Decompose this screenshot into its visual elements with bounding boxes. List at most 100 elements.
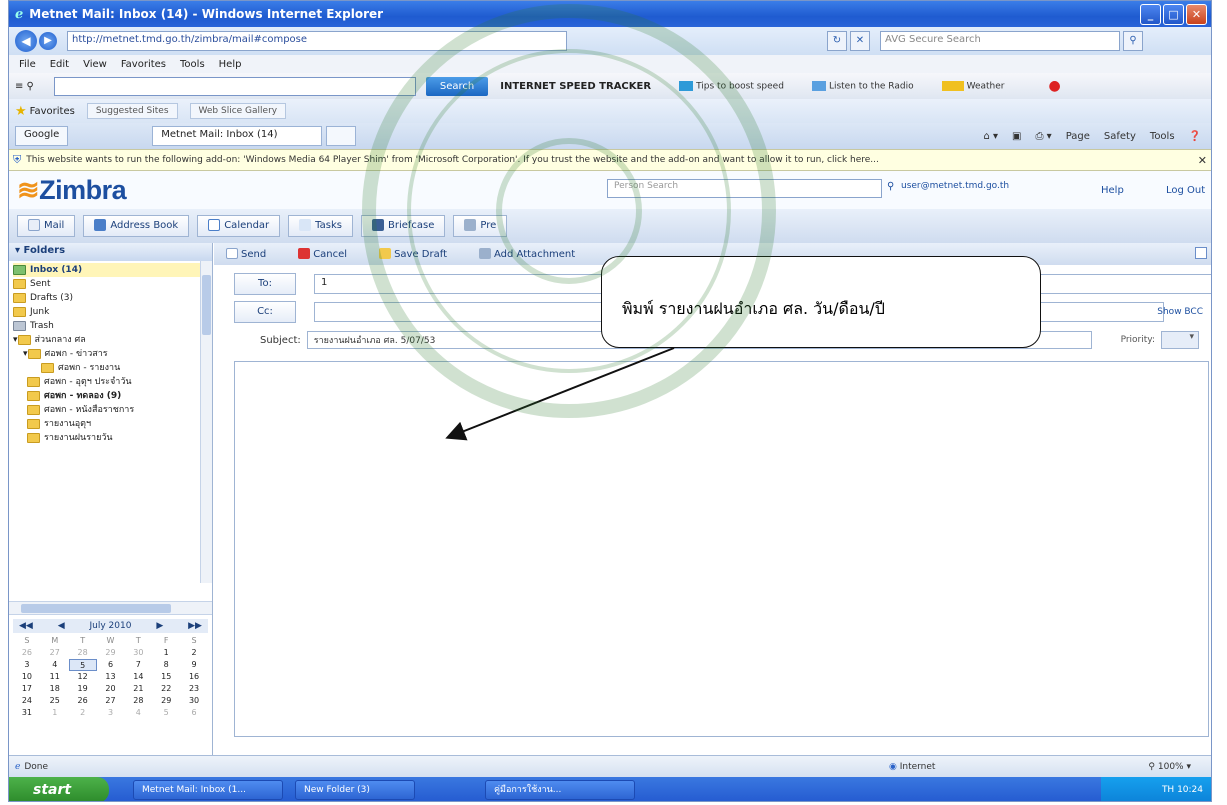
calendar-day[interactable]: 2 [180,647,208,659]
toolbar-weather-link[interactable]: Weather [941,80,1005,91]
tab-address-book[interactable]: Address Book [83,215,190,237]
addon-info-bar[interactable]: ⛨ This website wants to run the followin… [9,149,1211,171]
calendar-day[interactable]: 21 [124,683,152,695]
maximize-compose-icon[interactable] [1195,247,1207,259]
folder-group[interactable]: ▾ ส่วนกลาง ศล [13,333,208,347]
calendar-day[interactable]: 23 [180,683,208,695]
priority-select[interactable]: ▾ [1161,331,1199,349]
calendar-day[interactable]: 31 [13,707,41,719]
folder-sub[interactable]: ศอพก - อุตุฯ ประจำวัน [13,375,208,389]
cmd-page[interactable]: Page [1066,131,1090,142]
close-button[interactable]: ✕ [1186,4,1207,25]
feeds-icon[interactable]: ▣ [1012,131,1021,142]
folder-trash[interactable]: Trash [13,319,208,333]
folder-sub[interactable]: ศอพก - หนังสือราชการ [13,403,208,417]
calendar-day[interactable]: 14 [124,671,152,683]
stop-icon[interactable]: ✕ [850,31,870,51]
start-button[interactable]: start [9,777,109,801]
tab-metnet-mail[interactable]: Metnet Mail: Inbox (14) [152,126,323,146]
folder-sub[interactable]: รายงานฝนรายวัน [13,431,208,445]
logout-link[interactable]: Log Out [1166,185,1205,196]
taskbar-item-folder[interactable]: New Folder (3) [295,780,415,800]
scroll-thumb[interactable] [202,275,211,335]
cancel-button[interactable]: Cancel [298,248,363,260]
calendar-day[interactable]: 20 [97,683,125,695]
favorites-button[interactable]: Favorites [30,106,75,117]
person-search-input[interactable]: Person Search [607,179,882,198]
tab-mail[interactable]: Mail [17,215,76,237]
calendar-day[interactable]: 1 [152,647,180,659]
url-field[interactable]: http://metnet.tmd.go.th/zimbra/mail#comp… [67,31,567,51]
calendar-day[interactable]: 5 [68,659,97,671]
minimize-button[interactable]: _ [1140,4,1161,25]
calendar-day[interactable]: 22 [152,683,180,695]
folder-scrollbar[interactable] [200,261,212,583]
new-tab-button[interactable] [326,126,357,146]
calendar-day[interactable]: 6 [97,659,125,671]
calendar-day[interactable]: 27 [97,695,125,707]
folder-sub[interactable]: ศอพก - รายงาน [13,361,208,375]
tab-briefcase[interactable]: Briefcase [360,215,446,237]
zoom-level[interactable]: ⚲ 100% ▾ [1148,762,1191,772]
calendar-day[interactable]: 24 [13,695,41,707]
calendar-day[interactable]: 27 [41,647,69,659]
folder-drafts[interactable]: Drafts (3) [13,291,208,305]
folder-hscrollbar[interactable] [9,601,212,615]
refresh-icon[interactable]: ↻ [827,31,847,51]
toolbar-tips-link[interactable]: Tips to boost speed [679,80,784,91]
folders-header[interactable]: ▾ Folders [9,243,212,261]
calendar-day[interactable]: 1 [41,707,69,719]
help-icon[interactable]: ❓ [1189,131,1201,142]
calendar-day[interactable]: 29 [97,647,125,659]
search-icon[interactable]: ⚲ [1123,31,1143,51]
calendar-day[interactable]: 5 [152,707,180,719]
folder-junk[interactable]: Junk [13,305,208,319]
show-bcc-link[interactable]: Show BCC [1157,307,1203,317]
favorites-link-webslice[interactable]: Web Slice Gallery [189,103,287,119]
home-icon[interactable]: ⌂ ▾ [983,131,998,142]
back-button[interactable]: ◀ [15,30,37,52]
save-draft-button[interactable]: Save Draft [379,248,463,260]
menu-help[interactable]: Help [219,59,242,70]
browser-search-input[interactable]: AVG Secure Search [880,31,1120,51]
print-icon[interactable]: ⎙ ▾ [1035,131,1051,142]
calendar-day[interactable]: 8 [152,659,180,671]
calendar-day[interactable]: 12 [69,671,97,683]
favorites-link-suggested[interactable]: Suggested Sites [86,103,178,119]
calendar-day[interactable]: 30 [180,695,208,707]
close-infobar-icon[interactable]: ✕ [1198,154,1207,167]
calendar-day[interactable]: 10 [13,671,41,683]
prev-year-button[interactable]: ◀◀ [19,619,33,633]
folder-sent[interactable]: Sent [13,277,208,291]
next-year-button[interactable]: ▶▶ [188,619,202,633]
cmd-tools[interactable]: Tools [1150,131,1175,142]
calendar-day[interactable]: 4 [124,707,152,719]
calendar-day[interactable]: 2 [69,707,97,719]
to-button[interactable]: To: [234,273,296,295]
cmd-safety[interactable]: Safety [1104,131,1136,142]
folder-sub[interactable]: ศอพก - ทดลอง (9) [13,389,208,403]
calendar-day[interactable]: 9 [180,659,208,671]
tab-google[interactable]: Google [15,126,69,146]
calendar-day[interactable]: 25 [41,695,69,707]
calendar-day[interactable]: 16 [180,671,208,683]
calendar-day[interactable]: 29 [152,695,180,707]
maximize-button[interactable]: □ [1163,4,1184,25]
folder-inbox[interactable]: Inbox (14) [13,263,208,277]
toolbar-search-input[interactable] [53,76,416,96]
folder-sub[interactable]: ▾ ศอพก - ข่าวสาร [13,347,208,361]
menu-file[interactable]: File [19,59,36,70]
tab-tasks[interactable]: Tasks [288,215,353,237]
taskbar-item-doc[interactable]: คู่มือการใช้งาน... [485,780,635,800]
menu-view[interactable]: View [83,59,107,70]
calendar-day[interactable]: 3 [13,659,41,671]
calendar-day[interactable]: 26 [69,695,97,707]
calendar-day[interactable]: 11 [41,671,69,683]
calendar-day[interactable]: 30 [124,647,152,659]
toolbar-options-icon[interactable]: ≡ ⚲ [15,81,34,92]
calendar-day[interactable]: 18 [41,683,69,695]
calendar-day[interactable]: 6 [180,707,208,719]
taskbar-item-ie[interactable]: Metnet Mail: Inbox (1... [133,780,283,800]
send-button[interactable]: Send [226,248,282,260]
folder-sub[interactable]: รายงานอุตุฯ [13,417,208,431]
